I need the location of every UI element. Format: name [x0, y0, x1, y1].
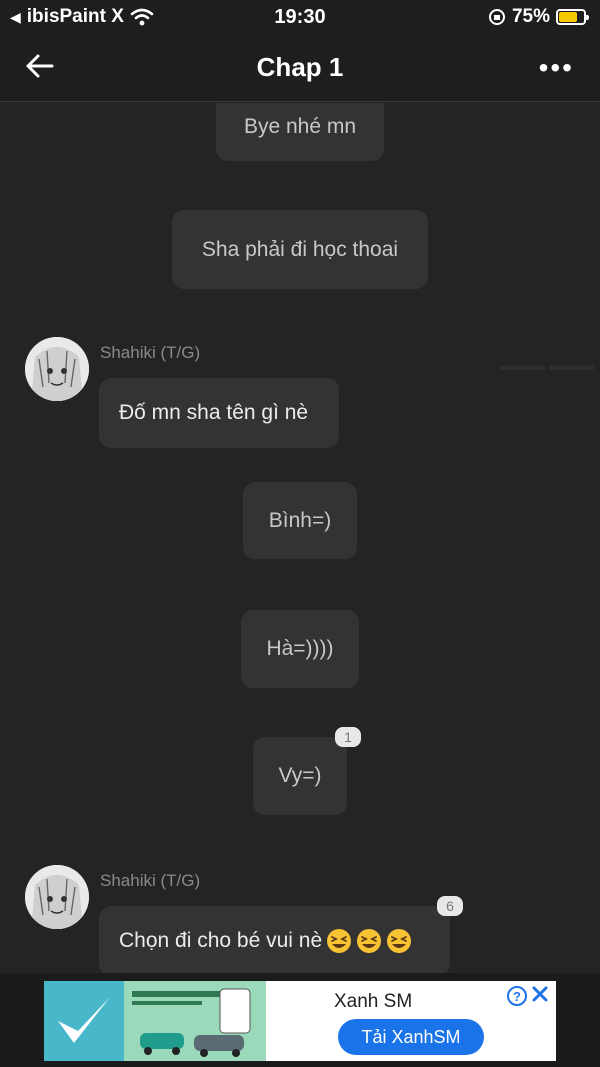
- grinning-squint-emoji: [387, 929, 412, 953]
- message-bubble: Đố mn sha tên gì nè: [99, 378, 339, 448]
- watermark: ▬▬▬ ▬▬▬: [499, 357, 594, 374]
- info-icon[interactable]: ?: [506, 985, 528, 1007]
- battery-icon: [556, 9, 589, 25]
- avatar[interactable]: [25, 337, 89, 401]
- ad-image[interactable]: [44, 981, 266, 1061]
- message-bubble: Chọn đi cho bé vui nè: [99, 906, 450, 973]
- emoji-row: [322, 928, 412, 954]
- ad-area: Xanh SM Tải XanhSM ?: [0, 973, 600, 1067]
- grinning-squint-emoji: [357, 929, 382, 953]
- avatar-image: [25, 337, 89, 401]
- page-title: Chap 1: [256, 52, 344, 82]
- message-bubble: Sha phải đi học thoai: [172, 210, 428, 289]
- ad-title: Xanh SM: [334, 991, 413, 1012]
- nav-bar: Chap 1 •••: [0, 34, 600, 102]
- chat-area[interactable]: ▬▬▬ ▬▬▬ Bye nhé mn Sha phải đi học thoai…: [0, 103, 600, 973]
- message-bubble: Bye nhé mn: [216, 103, 384, 161]
- message-bubble: Bình=): [243, 482, 357, 559]
- sender-name: Shahiki (T/G): [100, 871, 201, 890]
- message-bubble: Vy=): [253, 737, 347, 815]
- reaction-count[interactable]: 1: [335, 727, 361, 747]
- ad-cta-button[interactable]: Tải XanhSM: [338, 1019, 484, 1055]
- battery-fill: [559, 12, 577, 22]
- avatar-image: [25, 865, 89, 929]
- ad-banner[interactable]: Xanh SM Tải XanhSM ?: [44, 981, 556, 1061]
- sender-name: Shahiki (T/G): [100, 343, 201, 362]
- message-text: Chọn đi cho bé vui nè: [119, 929, 323, 952]
- message-bubble: Hà=)))): [241, 610, 359, 688]
- reaction-count[interactable]: 6: [437, 896, 463, 916]
- more-dots-icon[interactable]: •••: [539, 52, 574, 84]
- svg-text:?: ?: [513, 989, 521, 1004]
- battery-percent: 75%: [511, 6, 550, 27]
- orientation-lock-icon: [488, 9, 505, 25]
- grinning-squint-emoji: [327, 929, 352, 953]
- status-bar: ◀ ibisPaint X 19:30 75%: [0, 0, 600, 34]
- close-icon[interactable]: [530, 984, 550, 1004]
- avatar[interactable]: [25, 865, 89, 929]
